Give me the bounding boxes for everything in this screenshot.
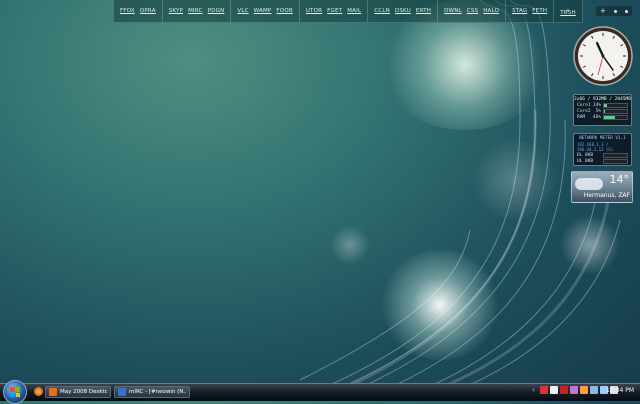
- firefox-icon: [49, 388, 57, 396]
- tray-icon[interactable]: [570, 386, 578, 394]
- launcher-group: DWNL CSS HALO: [438, 0, 507, 22]
- launcher-item[interactable]: VLC: [237, 8, 248, 14]
- launcher-group: CCLN DSKU ERTH: [368, 0, 439, 22]
- launcher-item[interactable]: CCLN: [374, 8, 390, 14]
- taskbar-task-mirc[interactable]: mIRC - [#neowin (N...: [114, 386, 190, 398]
- launcher-group: UTOR FGET MAIL: [300, 0, 369, 22]
- launcher-group: FFOX OPRA: [114, 0, 163, 22]
- cpu-row-label: Core2: [577, 108, 591, 114]
- network-meter-row: DL 0KB: [574, 152, 631, 158]
- network-meter-header: NETWORK METER V1.1: [579, 136, 626, 141]
- task-label: May 2008 Desktops ...: [60, 389, 107, 395]
- cpu-row-label: RAM: [577, 114, 586, 120]
- network-meter-row: UL 0KB: [574, 158, 631, 164]
- firefox-quicklaunch-icon[interactable]: [34, 387, 43, 396]
- cloud-icon: [575, 178, 603, 190]
- launcher-group: SKYP MIRC PDGN: [163, 0, 232, 22]
- cpu-meter-row: RAM 46%: [574, 114, 631, 120]
- cpu-usage-bar: [603, 108, 628, 114]
- launcher-item[interactable]: ERTH: [416, 8, 431, 14]
- cpu-usage-bar: [603, 102, 628, 108]
- trash-icon: +: [565, 8, 571, 14]
- launcher-item[interactable]: SKYP: [169, 8, 183, 14]
- weather-city: Hermanus, ZAF: [583, 192, 630, 199]
- launcher-item[interactable]: FFOX: [120, 8, 135, 14]
- cpu-meter-gadget[interactable]: 2x66 / 932MB / 2045MB Core1 14% Core2 5%…: [573, 94, 632, 126]
- ram-usage-fill: [604, 115, 615, 119]
- cpu-usage-fill: [604, 103, 608, 107]
- taskbar: May 2008 Desktops ... mIRC - [#neowin (N…: [0, 380, 640, 404]
- add-gadget-button[interactable]: +: [600, 7, 606, 15]
- start-button[interactable]: [3, 380, 27, 404]
- cpu-usage-fill: [604, 109, 606, 113]
- launcher-group: + TRSH: [554, 0, 582, 22]
- next-icon[interactable]: [624, 9, 628, 13]
- tray-icon[interactable]: [580, 386, 588, 394]
- launcher-item[interactable]: UTOR: [306, 8, 322, 14]
- launcher-item[interactable]: DSKU: [395, 8, 411, 14]
- launcher-item[interactable]: OPRA: [140, 8, 156, 14]
- network-row-value: 0KB: [585, 152, 594, 158]
- network-meter-gadget[interactable]: NETWORK METER V1.1 192.168.1.3 / 196.44.…: [573, 133, 632, 166]
- ram-usage-bar: [603, 114, 628, 120]
- cpu-meter-header: 2x66 / 932MB / 2045MB: [574, 97, 631, 102]
- tray-icon[interactable]: [550, 386, 558, 394]
- previous-icon[interactable]: [613, 9, 617, 13]
- upload-bar: [603, 158, 628, 164]
- tray-icon[interactable]: [540, 386, 548, 394]
- windows-logo-icon: [10, 387, 20, 397]
- mirc-icon: [118, 388, 126, 396]
- launcher-item[interactable]: MIRC: [188, 8, 203, 14]
- launcher-item[interactable]: STAG: [512, 8, 527, 14]
- tray-expand-icon[interactable]: ‹: [532, 386, 535, 394]
- launcher-group: VLC WAMP FOOB: [231, 0, 300, 22]
- clock-gadget[interactable]: [572, 25, 634, 87]
- network-row-label: UL: [577, 158, 583, 164]
- tray-icon[interactable]: [560, 386, 568, 394]
- taskbar-clock[interactable]: 10:34 PM: [606, 387, 634, 394]
- tray-icon[interactable]: [590, 386, 598, 394]
- cpu-row-label: Core1: [577, 102, 591, 108]
- weather-gadget[interactable]: 14° Hermanus, ZAF: [571, 171, 633, 203]
- cpu-row-value: 5%: [595, 108, 601, 114]
- download-bar: [603, 152, 628, 158]
- launcher-item[interactable]: FGET: [327, 8, 342, 14]
- clock-pin: [601, 54, 605, 58]
- launcher-item[interactable]: FOOB: [276, 8, 292, 14]
- cpu-row-value: 46%: [592, 114, 601, 120]
- sidebar-toolbar: +: [596, 6, 632, 16]
- network-ip-address: 192.168.1.3 / 196.44.2.12 (S): [577, 142, 614, 152]
- launcher-item[interactable]: MAIL: [347, 8, 361, 14]
- launcher-item[interactable]: WAMP: [254, 8, 272, 14]
- launcher-item[interactable]: PDGN: [208, 8, 225, 14]
- launcher-item[interactable]: CSS: [467, 8, 478, 14]
- launcher-item[interactable]: DWNL: [444, 8, 462, 14]
- network-row-label: DL: [577, 152, 583, 158]
- wallpaper-swoosh: [299, 0, 621, 398]
- cpu-meter-row: Core1 14%: [574, 102, 631, 108]
- task-label: mIRC - [#neowin (N...: [129, 389, 186, 395]
- launcher-item[interactable]: HALO: [483, 8, 499, 14]
- app-launcher-bar: FFOX OPRA SKYP MIRC PDGN VLC WAMP FOOB U…: [113, 0, 583, 23]
- cpu-row-value: 14%: [592, 102, 601, 108]
- taskbar-task-firefox[interactable]: May 2008 Desktops ...: [45, 386, 111, 398]
- network-row-value: 0KB: [585, 158, 594, 164]
- launcher-item-trash[interactable]: + TRSH: [560, 6, 576, 16]
- weather-temperature: 14°: [609, 173, 630, 186]
- launcher-group: STAG FETH: [506, 0, 555, 22]
- cpu-meter-row: Core2 5%: [574, 108, 631, 114]
- launcher-item[interactable]: FETH: [532, 8, 547, 14]
